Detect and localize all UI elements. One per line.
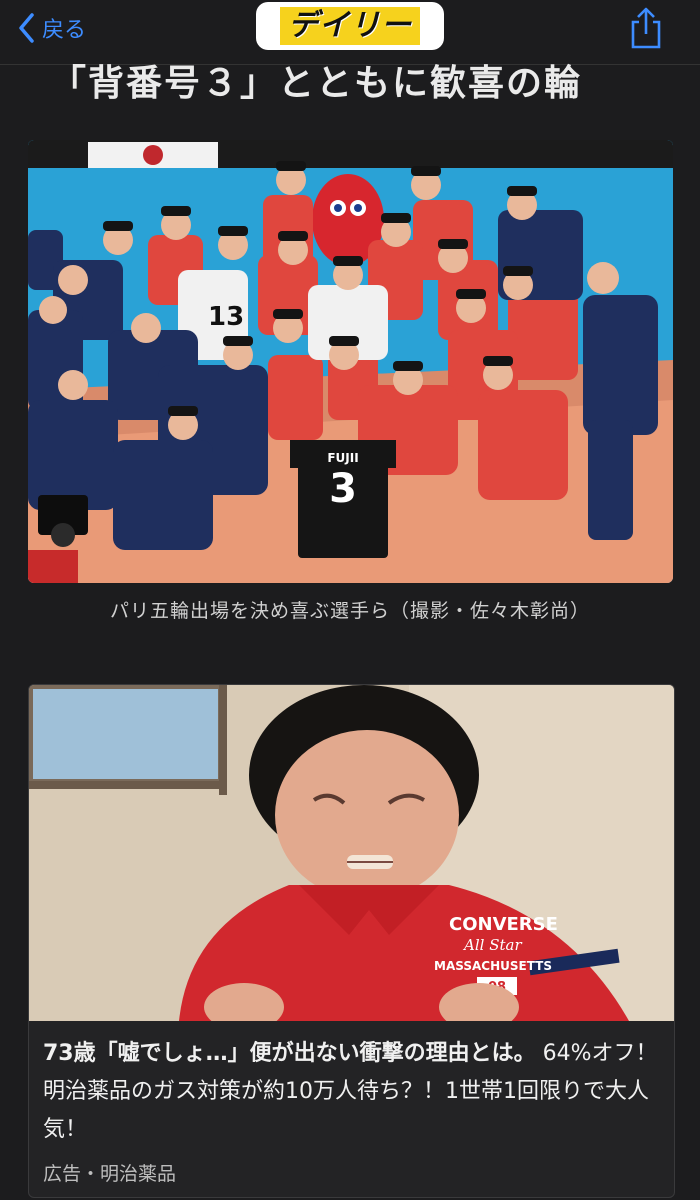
- shirt-text-brand: CONVERSE: [449, 914, 558, 935]
- article-headline: 「背番号３」とともに歓喜の輪: [50, 63, 583, 104]
- share-button[interactable]: [626, 6, 666, 50]
- site-logo: デイリー: [256, 2, 444, 50]
- share-icon: [631, 7, 661, 49]
- back-label: 戻る: [42, 18, 87, 43]
- top-navigation-bar: 戻る デイリー: [0, 0, 700, 65]
- back-button[interactable]: 戻る: [18, 10, 86, 46]
- shirt-text-line3: MASSACHUSETTS: [434, 959, 552, 973]
- sponsored-ad-card[interactable]: CONVERSE All Star MASSACHUSETTS 08 73歳「嘘…: [28, 684, 675, 1198]
- article-photo[interactable]: 13 FUJII 3: [28, 140, 673, 583]
- chevron-left-icon: [19, 13, 34, 43]
- logo-text: デイリー: [280, 7, 420, 45]
- ad-headline[interactable]: 73歳「嘘でしょ…」便が出ない衝撃の理由とは。 64%オフ！明治薬品のガス対策が…: [43, 1035, 663, 1149]
- jersey-number: 3: [329, 466, 357, 512]
- ad-image: CONVERSE All Star MASSACHUSETTS 08: [29, 685, 674, 1021]
- team-celebration-illustration: 13 FUJII 3: [28, 140, 673, 583]
- ad-headline-bold: 73歳「嘘でしょ…」便が出ない衝撃の理由とは。: [43, 1041, 536, 1066]
- svg-text:13: 13: [208, 302, 244, 332]
- photo-caption: パリ五輪出場を決め喜ぶ選手ら（撮影・佐々木彰尚）: [109, 600, 590, 622]
- ad-sponsor-label: 広告・明治薬品: [43, 1163, 177, 1185]
- shirt-text-line2: All Star: [462, 936, 522, 954]
- jersey-name: FUJII: [327, 451, 358, 465]
